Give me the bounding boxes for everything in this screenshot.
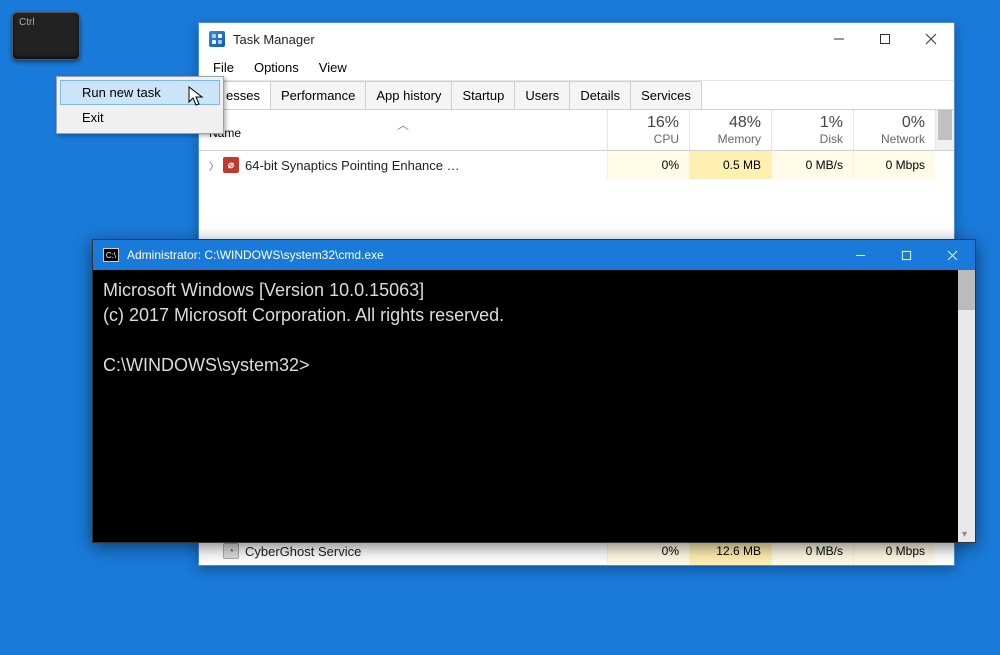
- disk-usage-percent: 1%: [782, 114, 843, 132]
- tab-app-history[interactable]: App history: [365, 81, 452, 109]
- network-usage-percent: 0%: [864, 114, 925, 132]
- task-manager-title: Task Manager: [233, 32, 816, 47]
- sort-caret-icon: ︿: [397, 116, 409, 133]
- task-manager-menubar: File Options View: [199, 55, 954, 81]
- column-memory[interactable]: 48% Memory: [689, 110, 771, 150]
- cmd-titlebar[interactable]: C:\ Administrator: C:\WINDOWS\system32\c…: [93, 240, 975, 270]
- process-name: CyberGhost Service: [245, 544, 361, 559]
- expand-icon[interactable]: 〉: [209, 158, 223, 173]
- maximize-button[interactable]: [862, 24, 908, 54]
- cmd-scrollbar[interactable]: [958, 270, 975, 542]
- vertical-scrollbar[interactable]: [935, 110, 954, 150]
- tab-details[interactable]: Details: [569, 81, 631, 109]
- memory-cell: 0.5 MB: [689, 151, 771, 179]
- cmd-minimize-button[interactable]: [837, 241, 883, 269]
- close-button[interactable]: [908, 24, 954, 54]
- scroll-thumb[interactable]: [938, 110, 952, 140]
- cmd-icon: C:\: [103, 248, 119, 262]
- cmd-scroll-thumb[interactable]: [958, 270, 975, 310]
- synaptics-icon: ⌀: [223, 157, 239, 173]
- cpu-cell: 0%: [607, 151, 689, 179]
- column-headers: ︿ Name 16% CPU 48% Memory 1% Disk 0% Net…: [199, 110, 954, 151]
- tab-users[interactable]: Users: [514, 81, 570, 109]
- memory-usage-percent: 48%: [700, 114, 761, 132]
- disk-cell: 0 MB/s: [771, 151, 853, 179]
- cpu-usage-percent: 16%: [618, 114, 679, 132]
- cmd-window: C:\ Administrator: C:\WINDOWS\system32\c…: [92, 239, 976, 543]
- menu-view[interactable]: View: [309, 57, 357, 78]
- process-name: 64-bit Synaptics Pointing Enhance …: [245, 158, 460, 173]
- cmd-title: Administrator: C:\WINDOWS\system32\cmd.e…: [127, 248, 837, 262]
- menu-options[interactable]: Options: [244, 57, 309, 78]
- memory-label: Memory: [700, 132, 761, 146]
- table-row[interactable]: 〉 ⌀ 64-bit Synaptics Pointing Enhance … …: [199, 151, 954, 179]
- column-network[interactable]: 0% Network: [853, 110, 935, 150]
- column-name[interactable]: ︿ Name: [199, 110, 607, 150]
- column-disk[interactable]: 1% Disk: [771, 110, 853, 150]
- cmd-maximize-button[interactable]: [883, 241, 929, 269]
- mouse-cursor-icon: [188, 86, 206, 108]
- minimize-button[interactable]: [816, 24, 862, 54]
- network-label: Network: [864, 132, 925, 146]
- network-cell: 0 Mbps: [853, 151, 935, 179]
- tab-services[interactable]: Services: [630, 81, 702, 109]
- cyberghost-service-icon: ◔: [223, 543, 239, 559]
- ctrl-key: Ctrl: [12, 12, 80, 60]
- task-manager-icon: [209, 31, 225, 47]
- cpu-label: CPU: [618, 132, 679, 146]
- cmd-close-button[interactable]: [929, 241, 975, 269]
- tab-startup[interactable]: Startup: [451, 81, 515, 109]
- task-manager-tabs: esses Performance App history Startup Us…: [199, 81, 954, 110]
- column-cpu[interactable]: 16% CPU: [607, 110, 689, 150]
- disk-label: Disk: [782, 132, 843, 146]
- menu-file[interactable]: File: [203, 57, 244, 78]
- menu-exit[interactable]: Exit: [60, 105, 220, 130]
- cmd-output[interactable]: Microsoft Windows [Version 10.0.15063] (…: [93, 270, 958, 542]
- task-manager-titlebar[interactable]: Task Manager: [199, 23, 954, 55]
- tab-performance[interactable]: Performance: [270, 81, 366, 109]
